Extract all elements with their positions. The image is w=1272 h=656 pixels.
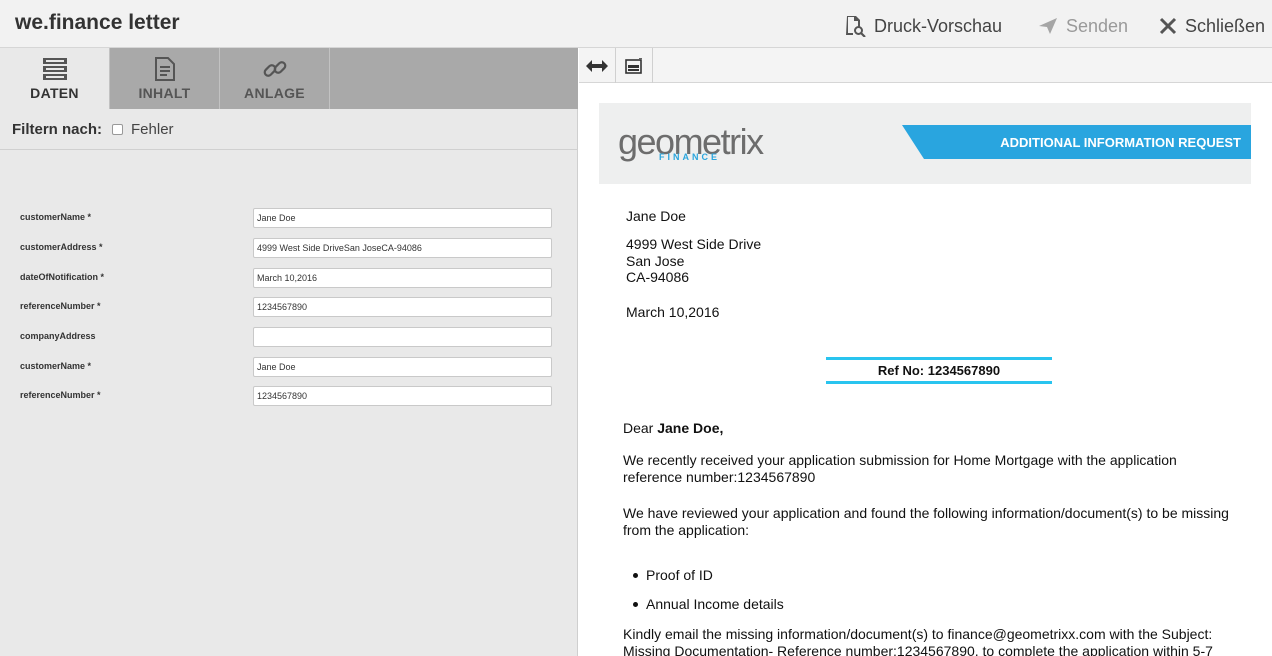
close-button[interactable]: Schließen bbox=[1159, 14, 1265, 38]
tab-anlage-label: ANLAGE bbox=[244, 85, 305, 101]
preview-toolbar bbox=[579, 48, 1272, 83]
send-icon bbox=[1039, 18, 1057, 34]
salutation-prefix: Dear bbox=[623, 420, 658, 436]
expand-toggle-button[interactable] bbox=[579, 48, 616, 83]
tab-daten[interactable]: DATEN bbox=[0, 48, 110, 109]
app-header: we.finance letter Druck-Vorschau Senden … bbox=[0, 0, 1272, 48]
form-row: companyAddress bbox=[0, 327, 578, 349]
send-label: Senden bbox=[1066, 15, 1129, 36]
paragraph-1: We recently received your application su… bbox=[623, 452, 1177, 485]
reference-number-input[interactable] bbox=[253, 297, 552, 317]
recipient-name: Jane Doe bbox=[626, 208, 686, 224]
letter-date: March 10,2016 bbox=[626, 304, 720, 320]
customer-name-input[interactable] bbox=[253, 208, 552, 228]
link-icon bbox=[263, 61, 286, 77]
form-row: customerName * bbox=[0, 357, 578, 379]
reference-box: Ref No: 1234567890 bbox=[826, 357, 1052, 384]
close-icon bbox=[1159, 17, 1177, 35]
field-label: referenceNumber * bbox=[20, 390, 101, 400]
tab-daten-label: DATEN bbox=[30, 85, 79, 101]
field-label: companyAddress bbox=[20, 331, 96, 341]
form-row: dateOfNotification * bbox=[0, 268, 578, 290]
list-item: Annual Income details bbox=[623, 596, 784, 625]
send-button[interactable]: Senden bbox=[1038, 14, 1128, 38]
salutation-name: Jane Doe, bbox=[657, 420, 724, 436]
filter-label: Filtern nach: bbox=[12, 120, 103, 138]
banner-tag: ADDITIONAL INFORMATION REQUEST bbox=[902, 125, 1251, 159]
document-icon bbox=[154, 57, 175, 81]
layout-icon bbox=[625, 57, 642, 74]
panel-tabs: DATEN INHALT ANLAGE bbox=[0, 48, 578, 109]
filter-bar: Filtern nach: Fehler bbox=[0, 109, 578, 150]
filter-error-checkbox[interactable] bbox=[112, 123, 124, 135]
list-item: Proof of ID bbox=[623, 567, 784, 596]
form-row: customerName * bbox=[0, 208, 578, 230]
print-preview-button[interactable]: Druck-Vorschau bbox=[844, 14, 1002, 38]
field-label: customerName * bbox=[20, 361, 92, 371]
company-logo-sub: FINANCE bbox=[659, 152, 720, 162]
tab-inhalt-label: INHALT bbox=[138, 85, 191, 101]
letter-banner: geometrix FINANCE ADDITIONAL INFORMATION… bbox=[599, 103, 1251, 184]
reference-number-text: Ref No: 1234567890 bbox=[877, 363, 1001, 378]
banner-title: ADDITIONAL INFORMATION REQUEST bbox=[1000, 135, 1241, 150]
arrows-horizontal-icon bbox=[586, 59, 608, 72]
app-title: we.finance letter bbox=[15, 11, 180, 34]
tab-inhalt[interactable]: INHALT bbox=[110, 48, 220, 109]
address-line-1: 4999 West Side Drive bbox=[626, 236, 762, 252]
field-label: customerName * bbox=[20, 212, 92, 222]
field-label: dateOfNotification * bbox=[20, 272, 105, 282]
salutation: Dear Jane Doe, bbox=[623, 420, 723, 437]
reference-number-input-2[interactable] bbox=[253, 386, 552, 406]
form-row: referenceNumber * bbox=[0, 386, 578, 408]
date-of-notification-input[interactable] bbox=[253, 268, 552, 288]
close-label: Schließen bbox=[1185, 15, 1266, 36]
paragraph-2: We have reviewed your application and fo… bbox=[623, 505, 1229, 538]
filter-error-label: Fehler bbox=[131, 120, 174, 138]
layout-toggle-button[interactable] bbox=[616, 48, 653, 83]
form-row: customerAddress * bbox=[0, 238, 578, 260]
company-address-input[interactable] bbox=[253, 327, 552, 347]
paragraph-3: Kindly email the missing information/doc… bbox=[623, 626, 1213, 656]
field-label: customerAddress * bbox=[20, 242, 103, 252]
preview-panel: geometrix FINANCE ADDITIONAL INFORMATION… bbox=[579, 48, 1272, 656]
tab-anlage[interactable]: ANLAGE bbox=[220, 48, 330, 109]
address-line-2: San Jose bbox=[626, 253, 685, 269]
customer-address-input[interactable] bbox=[253, 238, 552, 258]
field-label: referenceNumber * bbox=[20, 301, 101, 311]
print-preview-label: Druck-Vorschau bbox=[874, 15, 1003, 36]
print-preview-icon bbox=[846, 16, 866, 37]
data-panel: DATEN INHALT ANLAGE Filtern nach: Fehler bbox=[0, 48, 578, 656]
address-line-3: CA-94086 bbox=[626, 269, 690, 285]
database-icon bbox=[42, 58, 67, 80]
form-row: referenceNumber * bbox=[0, 297, 578, 319]
customer-name-input-2[interactable] bbox=[253, 357, 552, 377]
missing-items-list: Proof of ID Annual Income details bbox=[623, 567, 784, 625]
